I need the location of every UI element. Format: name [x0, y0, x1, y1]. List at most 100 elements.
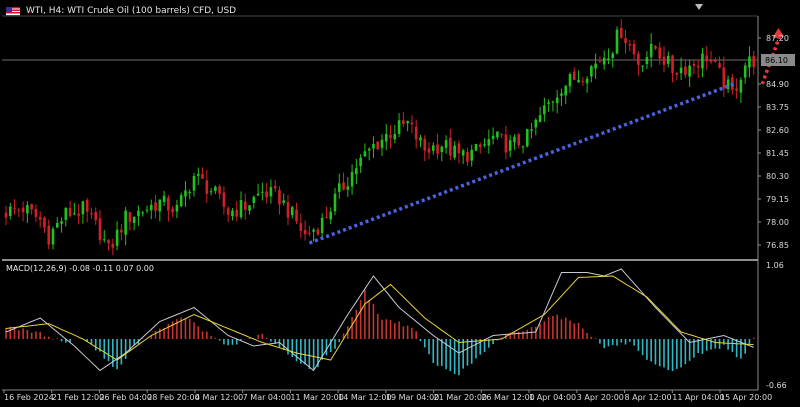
bear-candle [735, 88, 738, 91]
bull-candle [124, 210, 127, 235]
time-tick-label: 28 Feb 20:00 [147, 393, 199, 402]
bull-candle [393, 134, 397, 140]
bear-candle [619, 28, 623, 38]
time-tick-label: 1 Apr 04:00 [529, 393, 576, 402]
bull-candle [252, 196, 256, 203]
bear-candle [752, 55, 756, 68]
bull-candle [320, 217, 324, 234]
bear-candle [34, 208, 38, 217]
bull-candle [470, 149, 474, 161]
bull-candle [611, 53, 615, 58]
bear-candle [402, 120, 405, 124]
bear-candle [722, 67, 726, 89]
bull-candle [372, 143, 375, 149]
bull-candle [666, 55, 670, 64]
bull-candle [282, 200, 286, 203]
bear-candle [671, 55, 674, 73]
bull-candle [329, 211, 333, 220]
bear-candle [243, 201, 247, 210]
bull-candle [355, 168, 358, 175]
bear-candle [658, 47, 662, 59]
bull-candle [192, 176, 196, 191]
trendline[interactable] [308, 81, 738, 245]
bull-candle [384, 134, 388, 142]
bear-candle [517, 134, 521, 146]
bull-candle [602, 57, 606, 65]
bear-candle [427, 148, 431, 153]
time-tick-label: 8 Apr 12:00 [625, 393, 672, 402]
bull-candle [261, 191, 264, 193]
price-tick-label: 78.00 [766, 218, 789, 227]
bear-candle [325, 216, 328, 218]
bull-candle [115, 229, 119, 246]
bear-candle [47, 225, 51, 245]
bull-candle [145, 209, 149, 211]
bull-candle [214, 186, 217, 192]
bull-candle [508, 140, 512, 151]
bear-candle [423, 139, 427, 151]
bull-candle [60, 221, 63, 224]
bull-candle [269, 187, 273, 197]
bear-candle [449, 137, 452, 156]
bear-candle [222, 192, 226, 207]
bull-candle [179, 195, 183, 207]
bear-candle [90, 213, 93, 215]
current-price-label: 86.10 [765, 56, 788, 65]
bull-candle [350, 171, 354, 187]
bear-candle [13, 208, 16, 210]
bear-candle [77, 213, 80, 216]
bull-candle [359, 157, 362, 167]
price-tick-label: 84.90 [766, 80, 789, 89]
bull-candle [26, 205, 29, 214]
time-tick-label: 21 Feb 12:00 [52, 393, 104, 402]
bear-candle [295, 209, 298, 222]
bear-candle [376, 141, 380, 150]
bull-candle [363, 151, 367, 157]
bear-candle [504, 134, 508, 153]
bear-candle [128, 212, 132, 222]
bull-candle [256, 193, 260, 196]
bear-candle [628, 44, 632, 46]
bull-candle [184, 190, 187, 197]
bear-candle [709, 60, 713, 62]
bear-candle [414, 126, 418, 140]
bull-candle [594, 63, 597, 69]
bear-candle [624, 38, 627, 44]
time-tick-label: 19 Mar 04:00 [386, 393, 439, 402]
bear-candle [38, 216, 42, 220]
bull-candle [149, 204, 153, 211]
bear-candle [303, 229, 307, 235]
bear-candle [4, 212, 8, 218]
time-tick-label: 26 Feb 04:00 [99, 393, 151, 402]
bear-candle [316, 229, 320, 235]
bear-candle [167, 197, 170, 211]
bull-candle [560, 93, 563, 96]
bear-candle [696, 65, 700, 68]
price-chart[interactable]: 87.20 84.90 83.75 82.60 81.45 80.30 79.15 78.00… [0, 0, 800, 407]
bear-candle [201, 173, 204, 179]
time-tick-label: 16 Feb 2024 [4, 393, 54, 402]
bear-candle [692, 64, 696, 66]
bull-candle [132, 216, 136, 223]
bear-candle [713, 60, 717, 62]
macd-histogram [5, 289, 755, 376]
bear-candle [286, 202, 290, 218]
bull-candle [64, 207, 68, 220]
bull-candle [645, 57, 649, 65]
bull-candle [525, 129, 529, 147]
bear-candle [43, 217, 46, 228]
time-tick-label: 15 Apr 20:00 [720, 393, 772, 402]
bear-candle [205, 180, 209, 194]
bull-candle [367, 148, 371, 151]
bull-candle [102, 239, 106, 241]
bull-candle [453, 145, 456, 158]
bull-candle [555, 97, 559, 104]
price-tick-label: 87.20 [766, 34, 789, 43]
bull-candle [568, 73, 572, 87]
bull-candle [239, 200, 243, 218]
bull-candle [748, 56, 751, 68]
bull-candle [444, 140, 448, 148]
macd-tick-label: -0.66 [766, 381, 787, 390]
bear-candle [389, 134, 392, 138]
bull-candle [8, 206, 12, 216]
